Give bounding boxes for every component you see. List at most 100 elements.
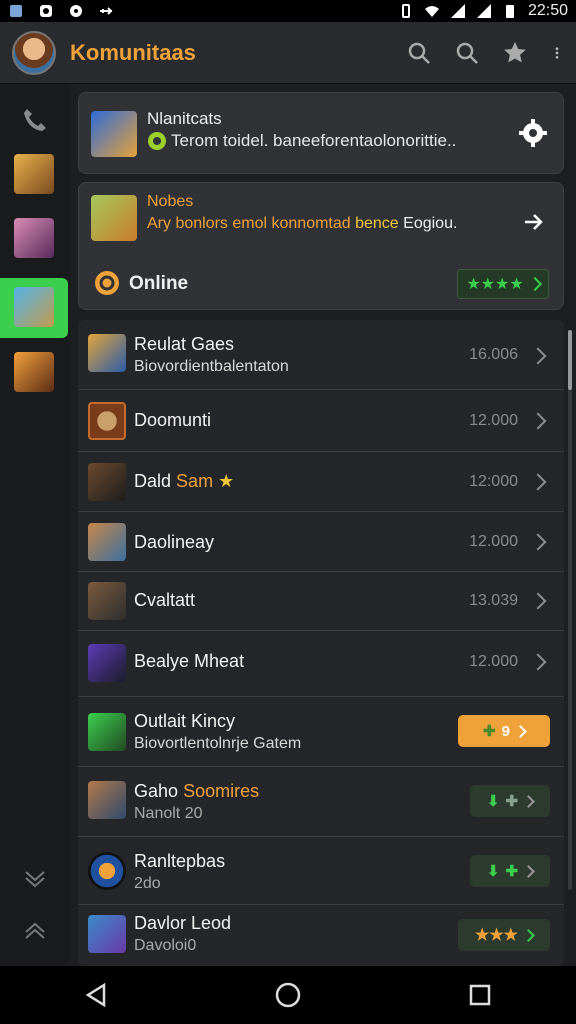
- signal-icon: [450, 4, 465, 18]
- list-item-title: Cvaltatt: [134, 590, 196, 610]
- vibrate-icon: [401, 4, 410, 18]
- game-icon: [88, 402, 126, 440]
- community-title: Nlanitcats: [147, 109, 222, 128]
- scrollbar[interactable]: [568, 330, 572, 890]
- install-button[interactable]: ✚ 9: [458, 715, 550, 747]
- game-icon: [88, 781, 126, 819]
- thumbs-icon: ✚: [483, 723, 496, 740]
- list-item[interactable]: Doomunti 12.000: [78, 390, 564, 452]
- download-icon: ⬇: [486, 793, 500, 810]
- game-icon: [88, 334, 126, 372]
- status-time: 22:50: [527, 2, 568, 19]
- list-item-title: Davlor Leod: [134, 913, 232, 933]
- scrollbar-thumb[interactable]: [568, 330, 572, 390]
- game-icon: [88, 523, 126, 561]
- list-item-title: Reulat Gaes: [134, 334, 235, 354]
- notification-icon: [10, 5, 22, 17]
- list-item[interactable]: Daolineay 12.000: [78, 512, 564, 572]
- list-item-subtitle: Biovortlentolnrje Gatem: [134, 735, 302, 752]
- list-item-subtitle: Biovordientbalentaton: [134, 358, 289, 375]
- left-rail: [0, 84, 70, 966]
- home-icon[interactable]: [274, 981, 302, 1009]
- battery-icon: [505, 5, 514, 18]
- badge-icon: [148, 132, 166, 150]
- signal2-icon: [476, 4, 491, 18]
- list-item-title: Dald Sam ★: [134, 471, 235, 491]
- list-item-title: Bealye Mheat: [134, 651, 245, 671]
- list-item-title: Outlait Kincy: [134, 711, 236, 731]
- list-item[interactable]: Outlait Kincy Biovortlentolnrje Gatem ✚ …: [78, 697, 564, 767]
- chevron-up-icon[interactable]: [22, 920, 48, 946]
- chevron-right-icon: [529, 347, 547, 365]
- rating-stars: ★★★: [474, 927, 519, 944]
- rail-game-1[interactable]: [14, 154, 54, 194]
- sync-icon: [70, 5, 82, 17]
- search-icon[interactable]: [406, 40, 432, 66]
- app-notification-icon: [40, 5, 52, 17]
- news-subtitle: Ary bonlors emol konnomtad bence Eogiou.: [147, 215, 458, 232]
- list-item-subtitle: Nanolt 20: [134, 805, 203, 822]
- plus-icon: ✚: [505, 863, 519, 880]
- list-item-value: 12.000: [469, 533, 518, 550]
- news-card[interactable]: Nobes Ary bonlors emol konnomtad bence E…: [78, 182, 564, 310]
- settings-icon[interactable]: [519, 119, 547, 147]
- chevron-right-icon: [529, 412, 547, 430]
- chevron-right-icon: [514, 724, 527, 738]
- app-title: Komunitaas: [70, 39, 196, 65]
- game-icon: [88, 463, 126, 501]
- news-thumbnail: [91, 195, 137, 241]
- game-icon: [88, 644, 126, 682]
- list-item-subtitle: Davoloi0: [134, 937, 197, 954]
- list-item-value: 13.039: [469, 592, 518, 609]
- status-bar: 22:50: [0, 0, 576, 22]
- rail-game-4[interactable]: [14, 352, 54, 392]
- chevron-right-icon: [529, 473, 547, 491]
- list-item[interactable]: Gaho Soomires Nanolt 20 ⬇ ✚: [78, 767, 564, 837]
- list-item-value: 16.006: [469, 346, 518, 363]
- list-item[interactable]: Davlor Leod Davoloi0 ★★★: [78, 905, 564, 966]
- wifi-icon: [424, 6, 439, 17]
- community-thumbnail: [91, 111, 137, 157]
- rail-game-2[interactable]: [14, 218, 54, 258]
- list-item-subtitle: 2do: [134, 875, 161, 892]
- list-item-title: Gaho Soomires: [134, 781, 260, 801]
- community-subtitle: Terom toidel. baneeforentaolonorittie..: [171, 131, 457, 150]
- list-item-value: 12.000: [469, 653, 518, 670]
- arrow-right-icon[interactable]: [523, 211, 545, 233]
- action-button[interactable]: ⬇ ✚: [470, 785, 550, 817]
- more-vert-icon[interactable]: [550, 40, 564, 66]
- chevron-right-icon: [529, 592, 547, 610]
- list-item[interactable]: Reulat Gaes Biovordientbalentaton 16.006: [78, 320, 564, 390]
- list-item[interactable]: Cvaltatt 13.039: [78, 572, 564, 631]
- app-bar: Komunitaas: [0, 22, 576, 84]
- list-item[interactable]: Bealye Mheat 12.000: [78, 631, 564, 697]
- search-icon-2[interactable]: [454, 40, 480, 66]
- avatar[interactable]: [12, 30, 56, 75]
- list-item-value: 12:000: [469, 473, 518, 490]
- rating-button[interactable]: ★★★★: [457, 269, 549, 299]
- list-item-title: Doomunti: [134, 410, 212, 430]
- rail-game-3[interactable]: [14, 287, 54, 327]
- game-icon: [88, 713, 126, 751]
- game-list: Reulat Gaes Biovordientbalentaton 16.006…: [78, 320, 564, 966]
- action-button[interactable]: ⬇ ✚: [470, 855, 550, 887]
- list-item-value: 12.000: [469, 412, 518, 429]
- list-item-title: Daolineay: [134, 532, 215, 552]
- list-item[interactable]: Dald Sam ★ 12:000: [78, 452, 564, 512]
- download-icon: ⬇: [486, 863, 500, 880]
- chevron-down-icon[interactable]: [22, 864, 48, 890]
- back-icon[interactable]: [82, 981, 110, 1009]
- plus-icon: ✚: [505, 793, 519, 810]
- online-label: Online: [129, 273, 189, 294]
- rating-button[interactable]: ★★★: [458, 919, 550, 951]
- phone-icon[interactable]: [22, 106, 48, 132]
- system-nav-bar: [0, 966, 576, 1024]
- recents-icon[interactable]: [466, 981, 494, 1009]
- online-icon: [95, 271, 119, 295]
- star-icon[interactable]: [502, 40, 528, 66]
- community-card[interactable]: Nlanitcats Terom toidel. baneeforentaolo…: [78, 92, 564, 174]
- news-title: Nobes: [147, 193, 194, 210]
- install-count: 9: [501, 722, 510, 740]
- list-item[interactable]: Ranltepbas 2do ⬇ ✚: [78, 837, 564, 905]
- game-icon: [88, 582, 126, 620]
